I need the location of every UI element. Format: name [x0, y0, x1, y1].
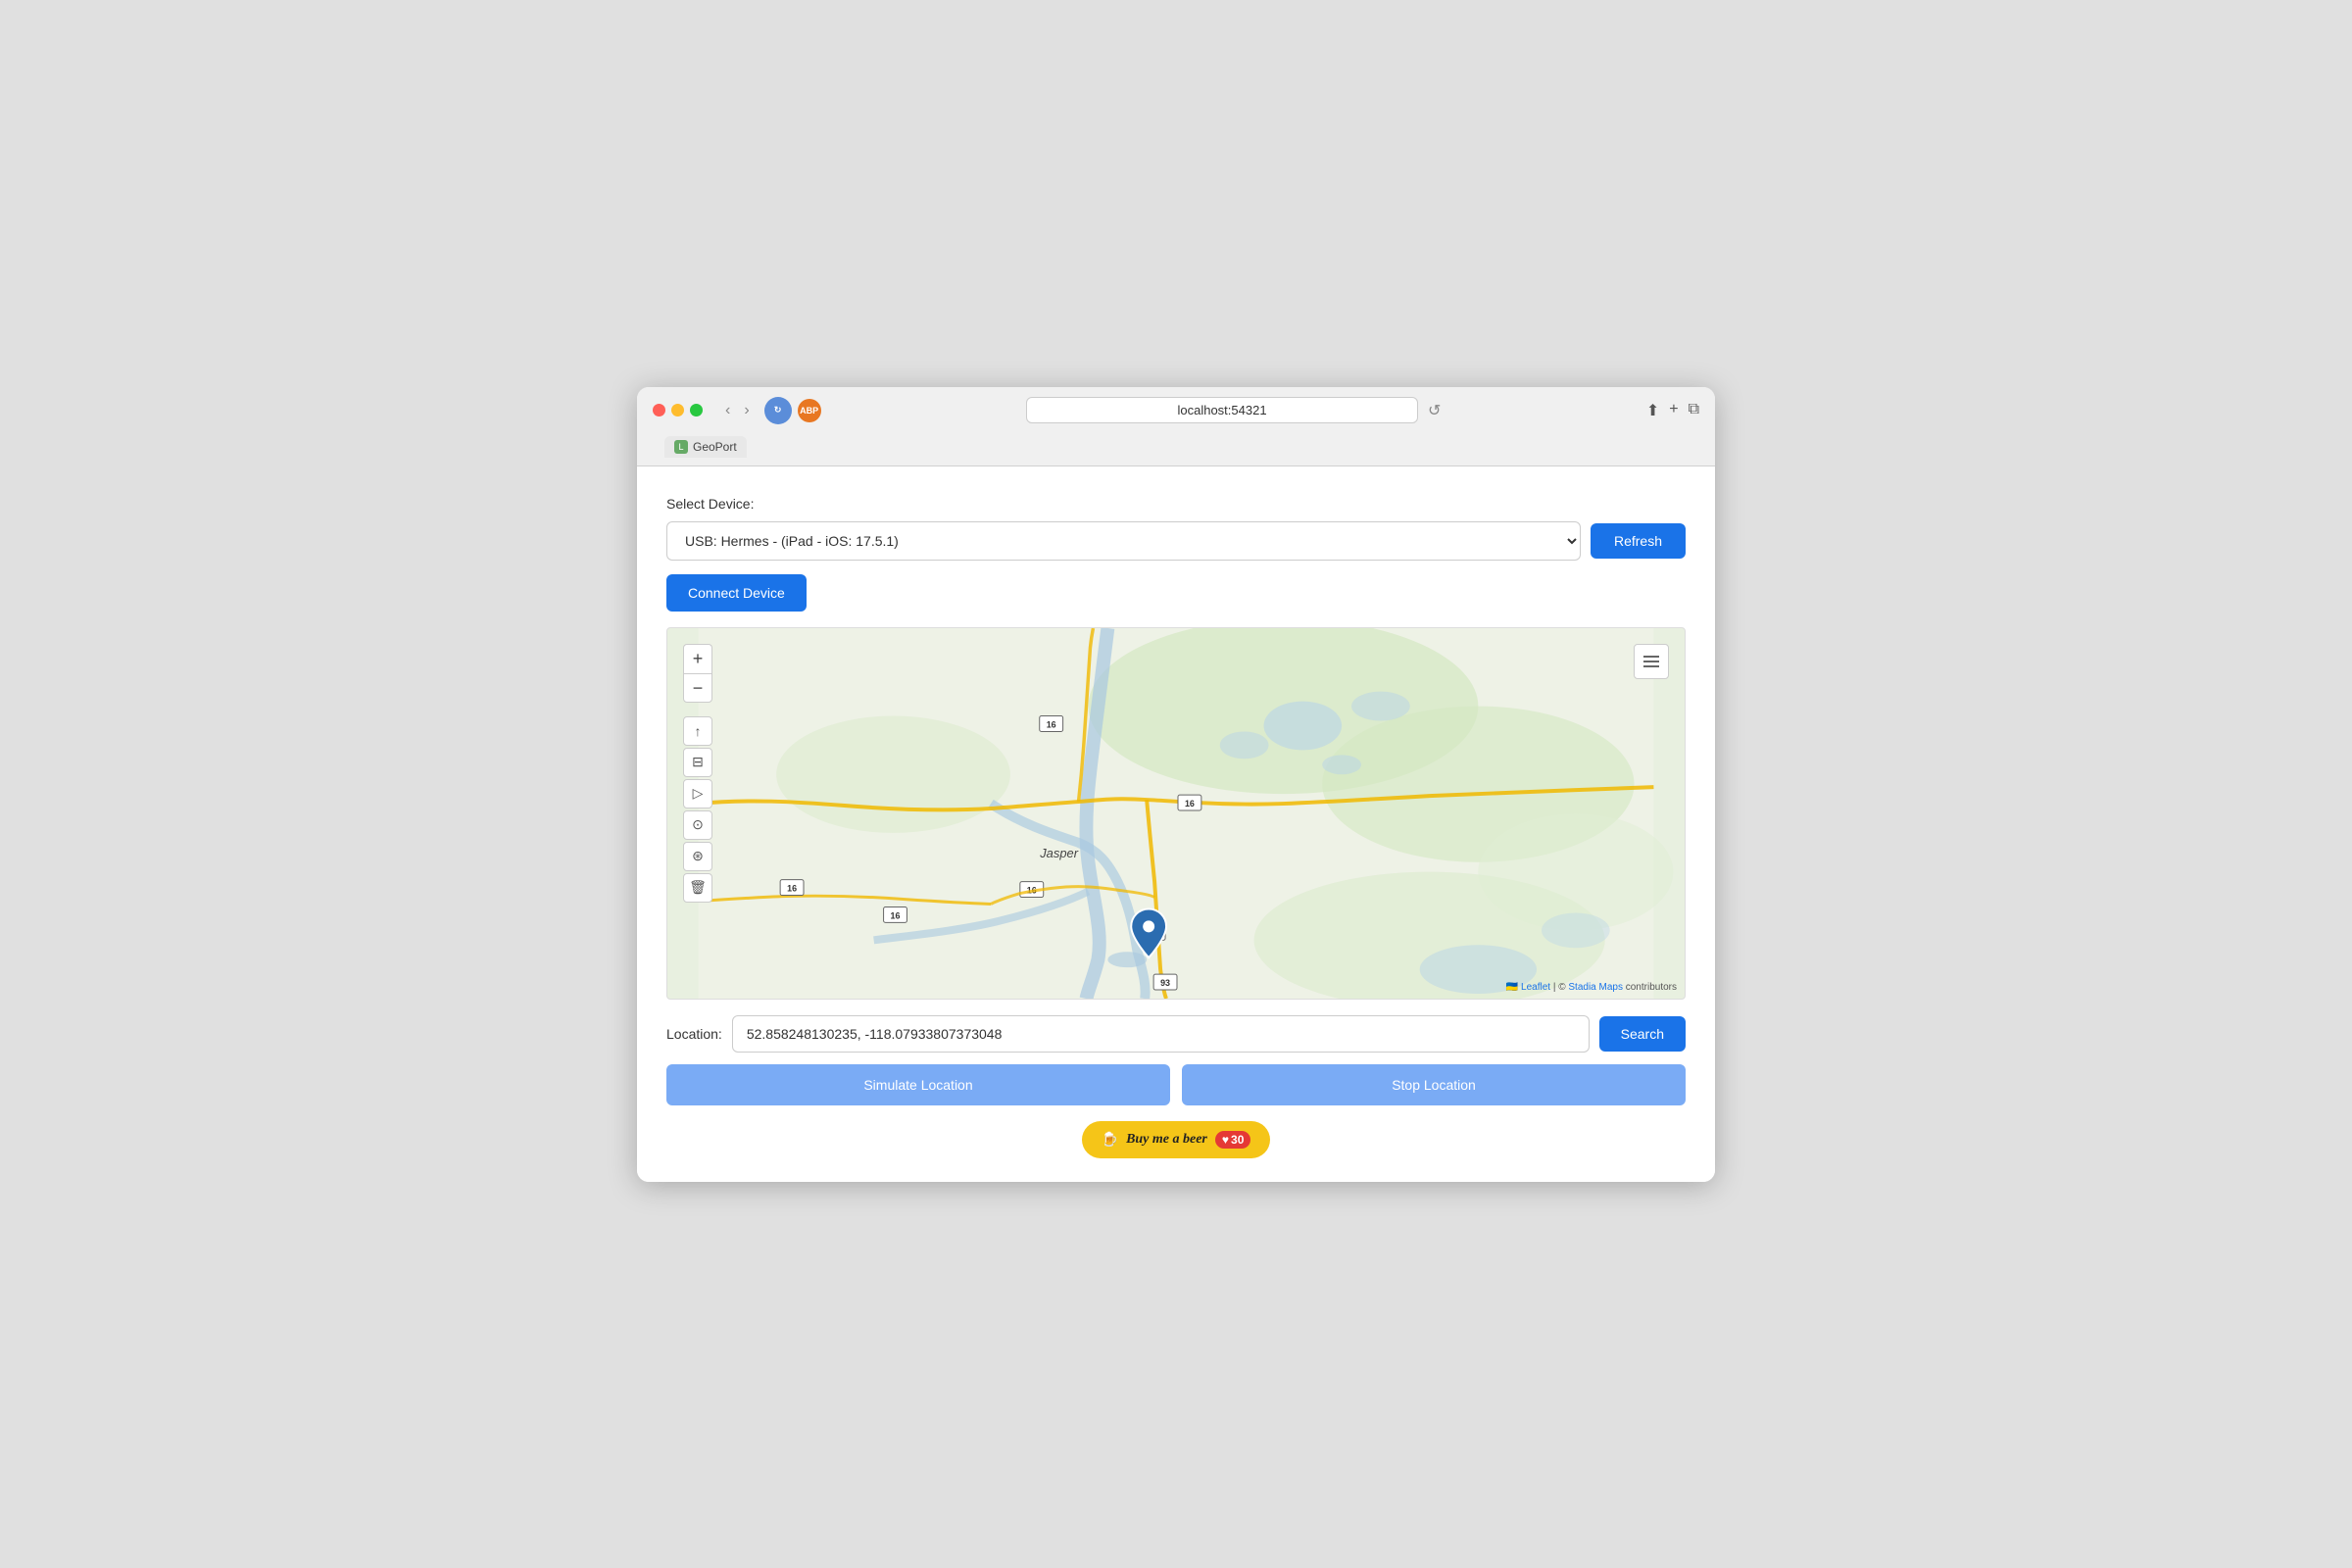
simulate-location-button[interactable]: Simulate Location — [666, 1064, 1170, 1105]
location-row: Location: Search — [666, 1015, 1686, 1053]
zoom-controls: + − — [683, 644, 712, 703]
heart-badge: ♥ 30 — [1215, 1131, 1250, 1149]
address-bar[interactable]: localhost:54321 — [1026, 397, 1418, 423]
stop-location-button[interactable]: Stop Location — [1182, 1064, 1686, 1105]
traffic-lights — [653, 404, 703, 416]
svg-text:16: 16 — [787, 883, 797, 893]
buy-beer-label: Buy me a beer — [1126, 1132, 1207, 1148]
extension-icon-1[interactable]: ↻ — [764, 397, 792, 424]
stadia-link[interactable]: Stadia Maps — [1568, 982, 1623, 993]
tab-bar: L GeoPort — [653, 432, 1699, 458]
hat-button[interactable]: ⊛ — [683, 842, 712, 871]
search-button[interactable]: Search — [1599, 1016, 1686, 1052]
extension-icon-2[interactable]: ABP — [798, 399, 821, 422]
new-tab-icon[interactable]: + — [1669, 401, 1678, 420]
upload-route-button[interactable]: ↑ — [683, 716, 712, 746]
action-buttons: Simulate Location Stop Location — [666, 1064, 1686, 1105]
tabs-icon[interactable]: ⧉ — [1689, 401, 1699, 420]
map-background: 16 93 16 16 16 16 93 — [667, 628, 1685, 999]
delete-route-button[interactable]: 🗑 — [683, 873, 712, 903]
page-content: Select Device: USB: Hermes - (iPad - iOS… — [637, 466, 1715, 1182]
active-tab[interactable]: L GeoPort — [664, 436, 747, 458]
save-route-button[interactable]: ⊟ — [683, 748, 712, 777]
buy-beer-button[interactable]: 🍺 Buy me a beer ♥ 30 — [1082, 1121, 1271, 1158]
close-button[interactable] — [653, 404, 665, 416]
pin-route-button[interactable]: ⊙ — [683, 810, 712, 840]
forward-button[interactable]: › — [739, 400, 754, 421]
svg-text:16: 16 — [1047, 719, 1056, 729]
tab-title: GeoPort — [693, 440, 737, 454]
map-tools: ↑ ⊟ ▷ ⊙ ⊛ 🗑 — [683, 716, 712, 903]
refresh-button[interactable]: Refresh — [1591, 523, 1686, 559]
location-input[interactable] — [732, 1015, 1590, 1053]
svg-text:Jasper: Jasper — [1039, 845, 1078, 859]
location-label: Location: — [666, 1026, 722, 1042]
device-select[interactable]: USB: Hermes - (iPad - iOS: 17.5.1) — [666, 521, 1581, 561]
map-attribution: 🇺🇦 Leaflet | © Stadia Maps contributors — [1506, 982, 1677, 993]
select-device-label: Select Device: — [666, 496, 1686, 512]
play-route-button[interactable]: ▷ — [683, 779, 712, 808]
share-icon[interactable]: ⬆ — [1646, 401, 1659, 420]
device-row: USB: Hermes - (iPad - iOS: 17.5.1) Refre… — [666, 521, 1686, 561]
zoom-in-button[interactable]: + — [683, 644, 712, 673]
browser-extension-icons: ↻ ABP — [764, 397, 821, 424]
beer-icon: 🍺 — [1102, 1131, 1118, 1148]
map-layers-button[interactable] — [1634, 644, 1669, 679]
connect-device-button[interactable]: Connect Device — [666, 574, 807, 612]
heart-count: 30 — [1231, 1133, 1244, 1147]
maximize-button[interactable] — [690, 404, 703, 416]
browser-window: ‹ › ↻ ABP localhost:54321 ↺ ⬆ + ⧉ L GeoP… — [637, 387, 1715, 1182]
heart-icon: ♥ — [1222, 1133, 1229, 1147]
leaflet-link[interactable]: Leaflet — [1521, 982, 1550, 993]
svg-text:16: 16 — [1185, 799, 1195, 808]
svg-text:16: 16 — [891, 910, 901, 920]
zoom-out-button[interactable]: − — [683, 673, 712, 703]
tab-favicon: L — [674, 440, 688, 454]
svg-text:93: 93 — [1160, 978, 1170, 988]
map-container[interactable]: 16 93 16 16 16 16 93 — [666, 627, 1686, 1000]
donate-section: 🍺 Buy me a beer ♥ 30 — [666, 1121, 1686, 1158]
reload-button[interactable]: ↺ — [1428, 401, 1441, 420]
minimize-button[interactable] — [671, 404, 684, 416]
back-button[interactable]: ‹ — [720, 400, 735, 421]
title-bar: ‹ › ↻ ABP localhost:54321 ↺ ⬆ + ⧉ L GeoP… — [637, 387, 1715, 466]
